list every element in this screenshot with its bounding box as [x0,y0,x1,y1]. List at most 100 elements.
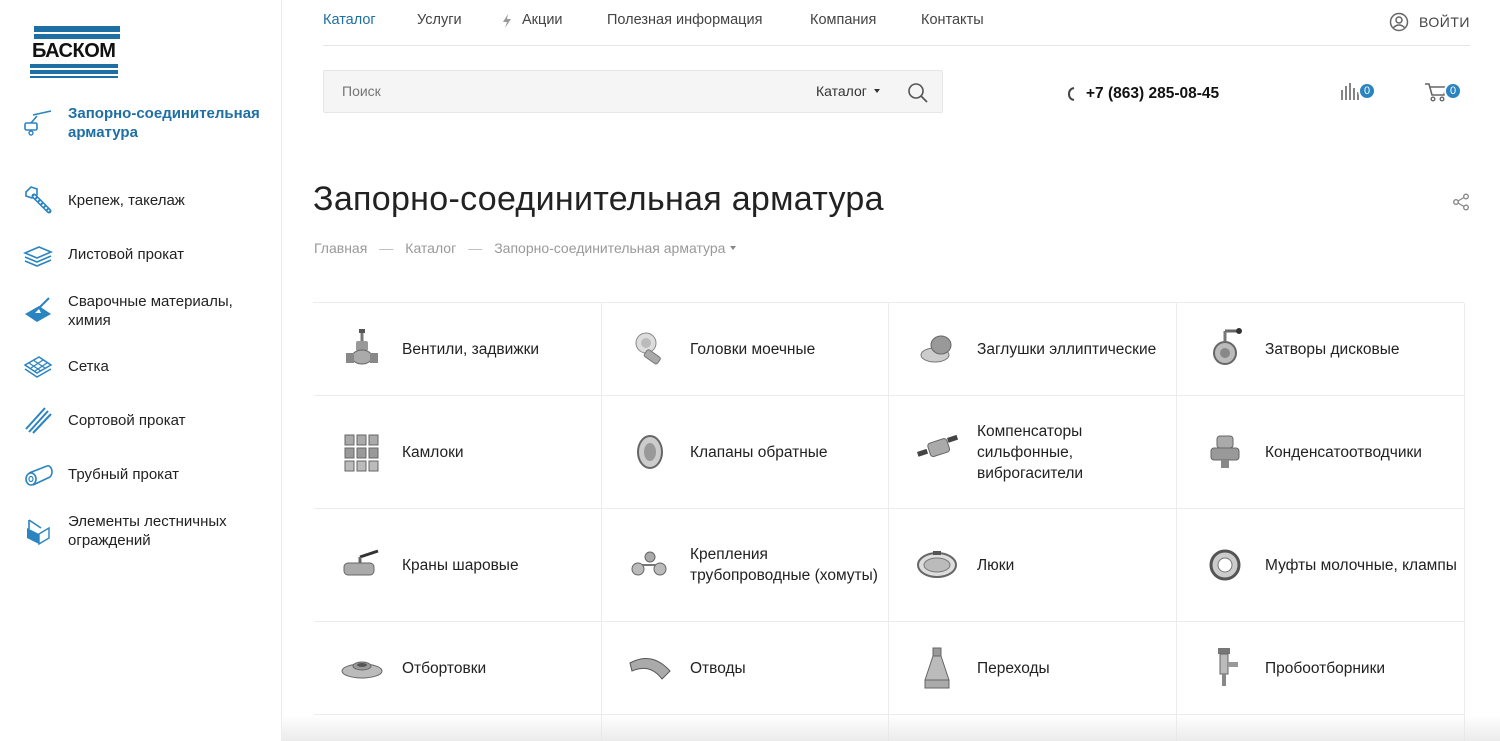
cart-count-badge: 0 [1444,82,1462,100]
category-tile[interactable]: Заглушки эллиптические [889,303,1177,396]
logo-text: БАСКОМ [31,40,117,62]
category-label: Пробоотборники [1265,659,1386,677]
check-valve-icon [626,428,674,476]
sidebar-item-pipes[interactable]: Трубный прокат [22,458,272,490]
category-tile[interactable]: Камлоки [314,396,602,509]
category-label: Клапаны обратные [690,443,828,461]
category-tile[interactable]: Муфты молочные, клампы [1177,509,1465,622]
top-navigation: Каталог Услуги Акции Полезная информация… [323,0,1470,46]
category-label: Переходы [977,659,1050,677]
sidebar-item-label: Элементы лестничных ограждений [68,513,227,549]
pipe-icon [22,458,54,490]
sheet-metal-icon [22,238,54,270]
category-tile[interactable]: Затворы дисковые [1177,303,1465,396]
mesh-icon [22,350,54,382]
subcategory-grid: Вентили, задвижки Головки моечные Заглуш… [313,302,1465,741]
category-tile[interactable]: Люки [889,509,1177,622]
breadcrumb-separator: — [379,240,394,256]
breadcrumb-home[interactable]: Главная [314,240,367,256]
category-tile[interactable]: Головки моечные [602,303,889,396]
search-icon[interactable] [907,82,929,104]
nav-catalog[interactable]: Каталог [323,12,376,28]
category-tile[interactable]: Клапаны обратные [602,396,889,509]
nav-services[interactable]: Услуги [417,12,462,28]
flange-collar-icon [338,644,386,692]
sidebar-item-welding[interactable]: Сварочные материалы, химия [22,292,272,330]
phone[interactable]: +7 (863) 285-08-45 [1068,85,1219,103]
sidebar-item-label: Сортовой прокат [68,411,186,429]
search-input[interactable] [342,83,782,99]
phone-icon [1068,87,1075,101]
dairy-coupling-icon [1201,541,1249,589]
caret-down-icon[interactable] [730,246,737,250]
pipe-clamp-icon [626,541,674,589]
breadcrumb-catalog[interactable]: Каталог [405,240,456,256]
steam-trap-icon [1201,428,1249,476]
category-label: Муфты молочные, клампы [1265,556,1457,574]
category-label: Люки [977,556,1015,574]
login-label: ВОЙТИ [1419,14,1470,30]
bottom-fade [282,715,1500,741]
compare-button[interactable]: 0 [1340,82,1376,102]
category-tile[interactable]: Вентили, задвижки [314,303,602,396]
nav-useful-info[interactable]: Полезная информация [607,12,762,28]
bar-stock-icon [22,404,54,436]
search-scope-label: Каталог [816,83,867,99]
category-tile[interactable]: Конденсатоотводчики [1177,396,1465,509]
category-label: Вентили, задвижки [402,340,540,358]
sidebar-item-label: Крепеж, такелаж [68,191,185,209]
breadcrumb-separator: — [468,240,483,256]
category-label: Отбортовки [402,659,487,677]
lightning-icon [502,14,512,33]
sidebar-item-valves[interactable]: Запорно-соединительная арматура [22,104,272,142]
category-tile[interactable]: Краны шаровые [314,509,602,622]
nav-contacts[interactable]: Контакты [921,12,984,28]
sidebar-item-railings[interactable]: Элементы лестничных ограждений [22,512,272,550]
category-tile[interactable]: Отбортовки [314,622,602,715]
caret-down-icon [873,89,880,93]
logo[interactable]: БАСКОМ [30,26,122,78]
phone-number: +7 (863) 285-08-45 [1086,85,1220,102]
nav-promotions[interactable]: Акции [522,12,563,28]
category-label: Заглушки эллиптические [977,340,1157,358]
category-label: Головки моечные [690,340,816,358]
login-button[interactable]: ВОЙТИ [1389,12,1470,32]
category-tile[interactable]: Компенсаторы сильфонные, виброгасители [889,396,1177,509]
category-tile[interactable]: Отводы [602,622,889,715]
bolt-icon [22,184,54,216]
sidebar-item-bar-stock[interactable]: Сортовой прокат [22,404,272,436]
category-tile[interactable]: Крепления трубопроводные (хомуты) [602,509,889,622]
breadcrumb: Главная — Каталог — Запорно-соединительн… [314,240,737,256]
elbow-icon [626,644,674,692]
category-label: Камлоки [402,443,464,461]
category-label: Компенсаторы сильфонные, виброгасители [977,422,1084,482]
sidebar-item-mesh[interactable]: Сетка [22,350,272,382]
butterfly-valve-icon [1201,325,1249,373]
sidebar-item-label: Трубный прокат [68,465,179,483]
breadcrumb-current[interactable]: Запорно-соединительная арматура [494,240,725,256]
category-label: Конденсатоотводчики [1265,443,1422,461]
wash-head-icon [626,325,674,373]
category-tile[interactable]: Переходы [889,622,1177,715]
category-label: Краны шаровые [402,556,519,574]
cart-button[interactable]: 0 [1424,82,1462,102]
sidebar-item-label: Листовой прокат [68,245,185,263]
compare-count-badge: 0 [1358,82,1376,100]
sidebar-item-label: Сетка [68,357,109,375]
category-label: Крепления трубопроводные (хомуты) [690,546,878,584]
page-title: Запорно-соединительная арматура [313,180,884,218]
ball-valve-icon [338,541,386,589]
sidebar-item-fasteners[interactable]: Крепеж, такелаж [22,184,272,216]
category-tile[interactable]: Пробоотборники [1177,622,1465,715]
sidebar-item-sheet-metal[interactable]: Листовой прокат [22,238,272,270]
search-bar: Каталог [323,70,943,113]
bellows-icon [913,428,961,476]
search-scope-dropdown[interactable]: Каталог [816,83,880,99]
share-icon[interactable] [1452,193,1470,216]
railing-icon [22,515,54,547]
sidebar-item-label: Запорно-соединительная арматура [68,105,260,141]
reducer-icon [913,644,961,692]
sampler-icon [1201,644,1249,692]
welding-icon [22,295,54,327]
nav-company[interactable]: Компания [810,12,876,28]
